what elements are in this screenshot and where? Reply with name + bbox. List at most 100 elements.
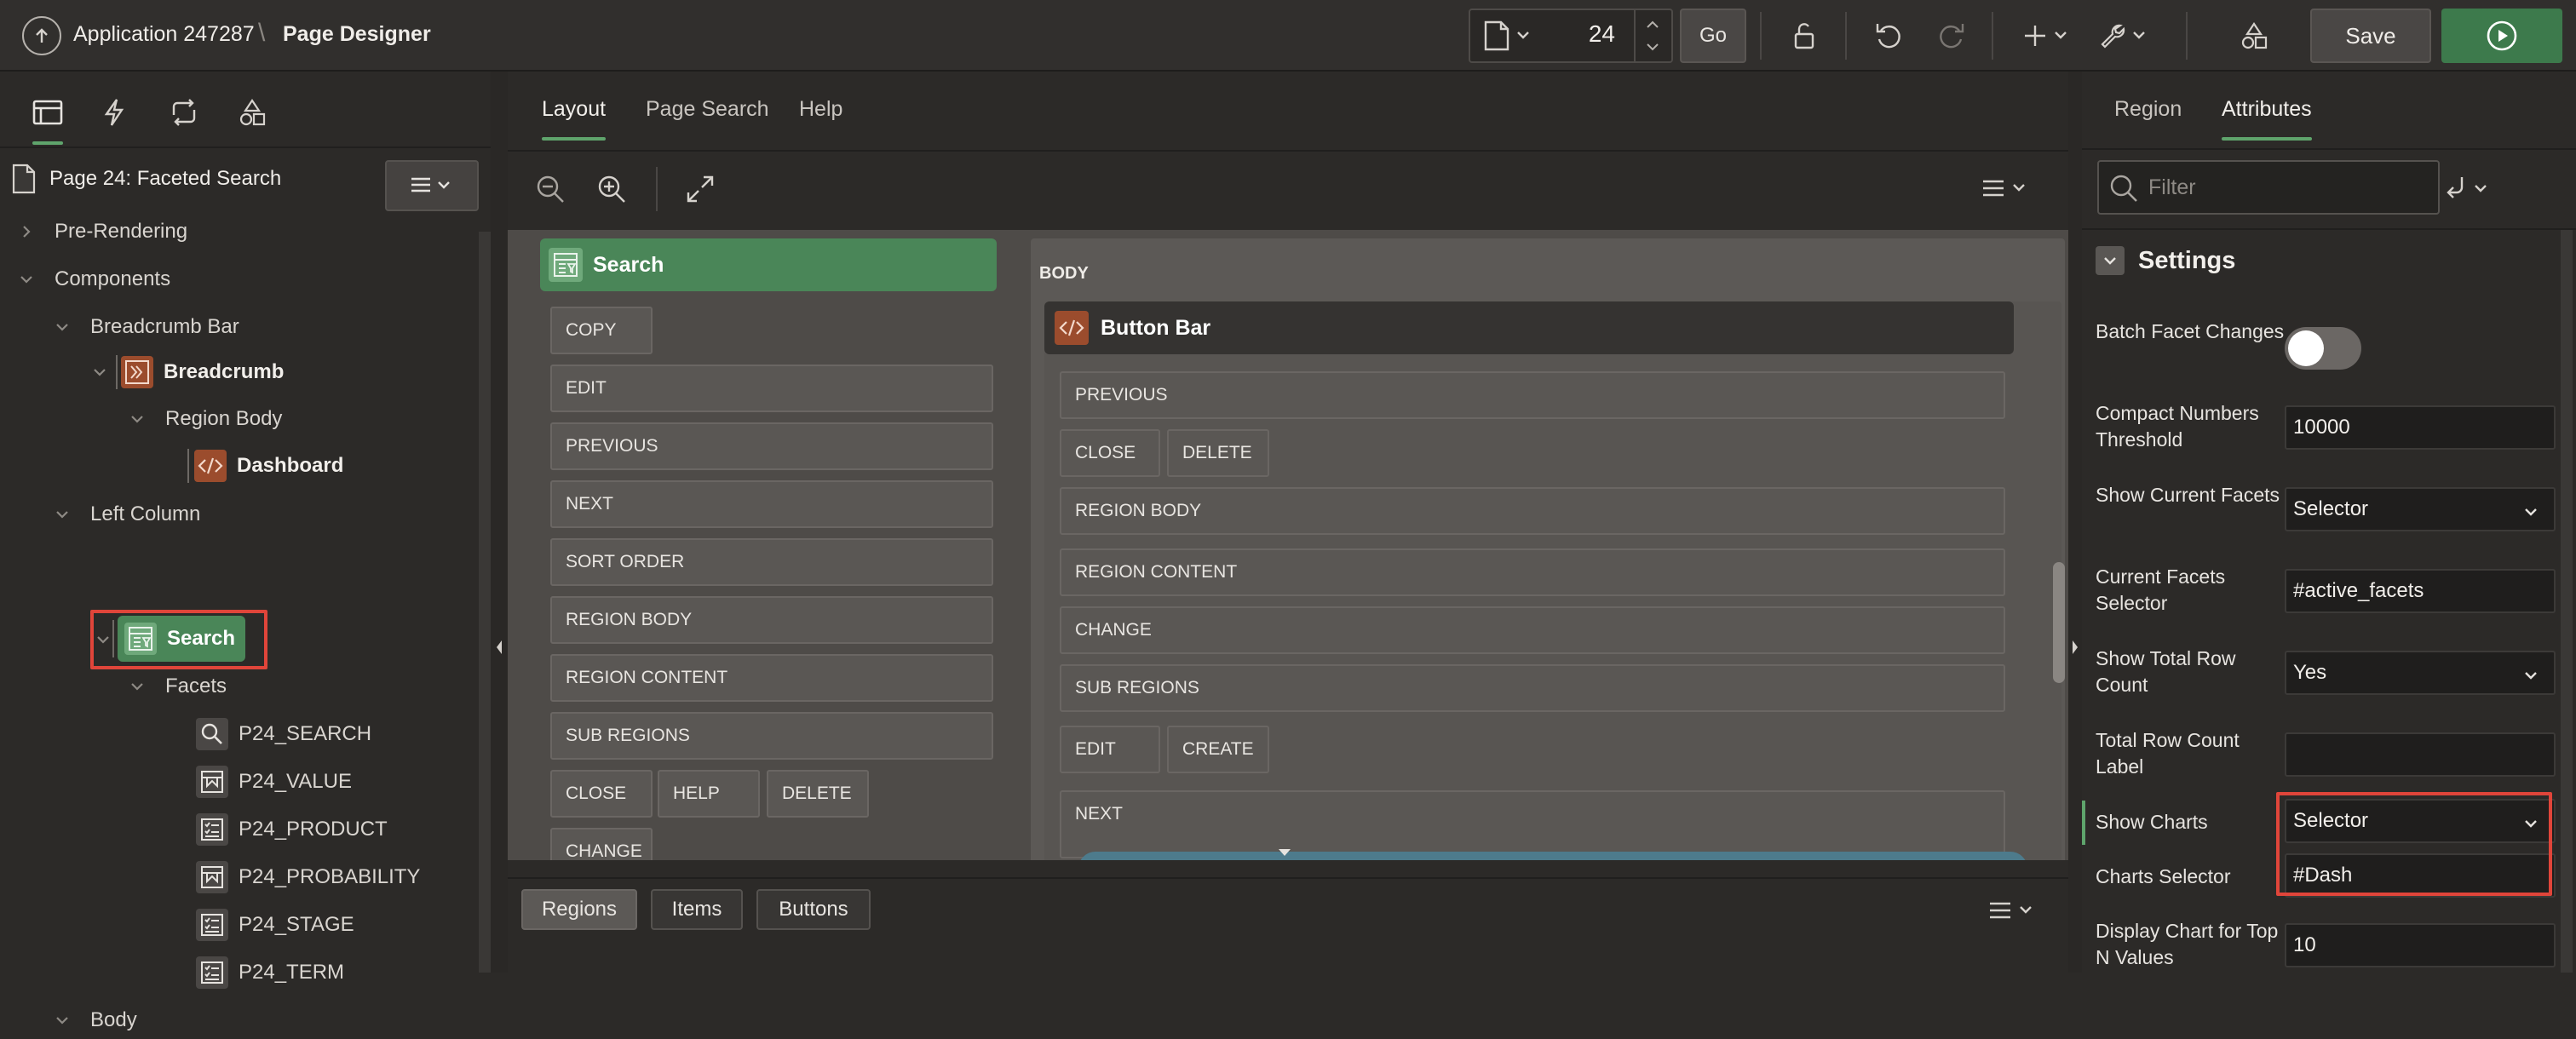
display-chart-top-n-field[interactable]: 10 — [2285, 923, 2556, 967]
return-icon[interactable] — [2438, 174, 2498, 204]
slot-region-body[interactable]: REGION BODY — [550, 596, 993, 644]
slot-sub-regions[interactable]: SUB REGIONS — [550, 712, 993, 760]
menu-icon[interactable] — [1987, 898, 2041, 923]
tab-region[interactable]: Region — [2114, 97, 2182, 122]
slot-region-content[interactable]: REGION CONTENT — [1060, 548, 2005, 596]
slot-next[interactable]: NEXT — [1060, 790, 2005, 858]
page-number-input[interactable]: 24 — [1561, 20, 1615, 48]
button-bar-region-header[interactable]: Button Bar — [1044, 301, 2014, 354]
slot-change[interactable]: CHANGE — [550, 828, 653, 860]
show-current-facets-select[interactable]: Selector — [2285, 487, 2556, 531]
save-button[interactable]: Save — [2310, 9, 2431, 63]
chevron-right-icon[interactable] — [17, 222, 36, 241]
application-link[interactable]: Application 247287 — [73, 22, 255, 47]
chevron-down-icon[interactable] — [2096, 246, 2125, 275]
tree-node-region-body[interactable]: Region Body — [128, 400, 282, 438]
tree-node-p24-probability[interactable]: P24_PROBABILITY — [196, 858, 420, 896]
chevron-down-icon[interactable] — [53, 505, 72, 524]
left-splitter[interactable] — [491, 72, 508, 973]
slot-previous[interactable]: PREVIOUS — [1060, 371, 2005, 419]
processing-icon[interactable] — [165, 94, 203, 131]
tree-node-p24-stage[interactable]: P24_STAGE — [196, 906, 354, 944]
search-region-header[interactable]: Search — [540, 238, 997, 291]
tree-node-pre-rendering[interactable]: Pre-Rendering — [17, 213, 187, 250]
page-stepper[interactable] — [1634, 10, 1670, 61]
menu-icon[interactable] — [1980, 175, 2034, 201]
tab-buttons[interactable]: Buttons — [756, 889, 871, 930]
tree-node-p24-product[interactable]: P24_PRODUCT — [196, 811, 388, 848]
undo-icon[interactable] — [1869, 15, 1910, 56]
expand-icon[interactable] — [683, 172, 717, 206]
slot-help[interactable]: HELP — [658, 770, 760, 818]
slot-change[interactable]: CHANGE — [1060, 606, 2005, 654]
slot-delete[interactable]: DELETE — [1167, 429, 1269, 477]
resize-handle-icon[interactable] — [1276, 847, 1293, 858]
chevron-down-icon[interactable] — [53, 1011, 72, 1030]
tree-node-facets[interactable]: Facets — [128, 668, 227, 705]
settings-section-header[interactable]: Settings — [2096, 242, 2235, 279]
slot-edit[interactable]: EDIT — [1060, 726, 1160, 773]
zoom-out-icon[interactable] — [533, 172, 567, 206]
arrow-up-icon[interactable] — [22, 16, 61, 55]
total-row-count-label-field[interactable] — [2285, 732, 2556, 777]
slot-create[interactable]: CREATE — [1167, 726, 1269, 773]
shared-components-icon[interactable] — [233, 94, 271, 131]
right-splitter[interactable] — [2068, 72, 2082, 973]
chevron-down-icon[interactable] — [53, 318, 72, 336]
slot-close[interactable]: CLOSE — [1060, 429, 1160, 477]
tab-regions[interactable]: Regions — [521, 889, 637, 930]
canvas-scrollbar[interactable] — [2053, 562, 2065, 683]
current-facets-selector-field[interactable]: #active_facets — [2285, 569, 2556, 613]
tab-layout[interactable]: Layout — [542, 97, 607, 141]
redo-icon[interactable] — [1930, 15, 1971, 56]
filter-input[interactable]: Filter — [2097, 160, 2440, 215]
chevron-down-icon[interactable] — [128, 410, 147, 428]
page-title-row[interactable]: Page 24: Faceted Search — [10, 162, 281, 196]
layout-canvas[interactable]: Search COPY EDIT PREVIOUS NEXT SORT ORDE… — [508, 230, 2068, 860]
slot-sub-regions[interactable]: SUB REGIONS — [1060, 664, 2005, 712]
go-button[interactable]: Go — [1680, 9, 1746, 63]
compact-numbers-threshold-field[interactable]: 10000 — [2285, 405, 2556, 450]
tree-node-p24-term[interactable]: P24_TERM — [196, 954, 344, 991]
batch-facet-changes-toggle[interactable] — [2285, 327, 2361, 370]
show-total-row-count-select[interactable]: Yes — [2285, 651, 2556, 695]
unlock-icon[interactable] — [1784, 15, 1825, 56]
plus-icon[interactable] — [2019, 15, 2079, 56]
slot-delete[interactable]: DELETE — [767, 770, 869, 818]
tab-items[interactable]: Items — [651, 889, 743, 930]
chevron-down-icon[interactable] — [128, 677, 147, 696]
dynamic-actions-icon[interactable] — [95, 94, 133, 131]
chevron-down-icon[interactable] — [17, 270, 36, 289]
run-page-button[interactable] — [2441, 9, 2562, 63]
slot-previous[interactable]: PREVIOUS — [550, 422, 993, 470]
tree-node-components[interactable]: Components — [17, 261, 170, 298]
slot-next[interactable]: NEXT — [550, 480, 993, 528]
slot-copy[interactable]: COPY — [550, 307, 653, 354]
tree-node-left-column[interactable]: Left Column — [53, 496, 200, 533]
tree-node-p24-value[interactable]: P24_VALUE — [196, 763, 352, 801]
reset-button-preview[interactable] — [1078, 852, 2027, 860]
tab-attributes[interactable]: Attributes — [2222, 97, 2312, 141]
chevron-up-icon[interactable] — [1636, 10, 1670, 61]
tree-node-breadcrumb[interactable]: Breadcrumb — [90, 353, 284, 391]
slot-close[interactable]: CLOSE — [550, 770, 653, 818]
tree-menu-button[interactable] — [385, 160, 479, 211]
slot-region-body[interactable]: REGION BODY — [1060, 487, 2005, 535]
scrollbar[interactable] — [479, 232, 491, 973]
tab-help[interactable]: Help — [799, 97, 842, 122]
slot-region-content[interactable]: REGION CONTENT — [550, 654, 993, 702]
scrollbar[interactable] — [2561, 230, 2573, 973]
page-icon[interactable] — [1482, 19, 1537, 53]
tree-node-body[interactable]: Body — [53, 1002, 137, 1039]
slot-sort-order[interactable]: SORT ORDER — [550, 538, 993, 586]
rendering-icon[interactable] — [29, 94, 66, 145]
chevron-down-icon[interactable] — [90, 363, 109, 382]
wrench-icon[interactable] — [2096, 15, 2157, 56]
tab-page-search[interactable]: Page Search — [646, 97, 769, 122]
tree-node-p24-search[interactable]: P24_SEARCH — [196, 715, 371, 753]
slot-edit[interactable]: EDIT — [550, 365, 993, 412]
shapes-icon[interactable] — [2234, 15, 2274, 56]
tree-node-breadcrumb-bar[interactable]: Breadcrumb Bar — [53, 308, 239, 346]
tree-node-dashboard[interactable]: Dashboard — [187, 447, 343, 485]
zoom-in-icon[interactable] — [595, 172, 629, 206]
